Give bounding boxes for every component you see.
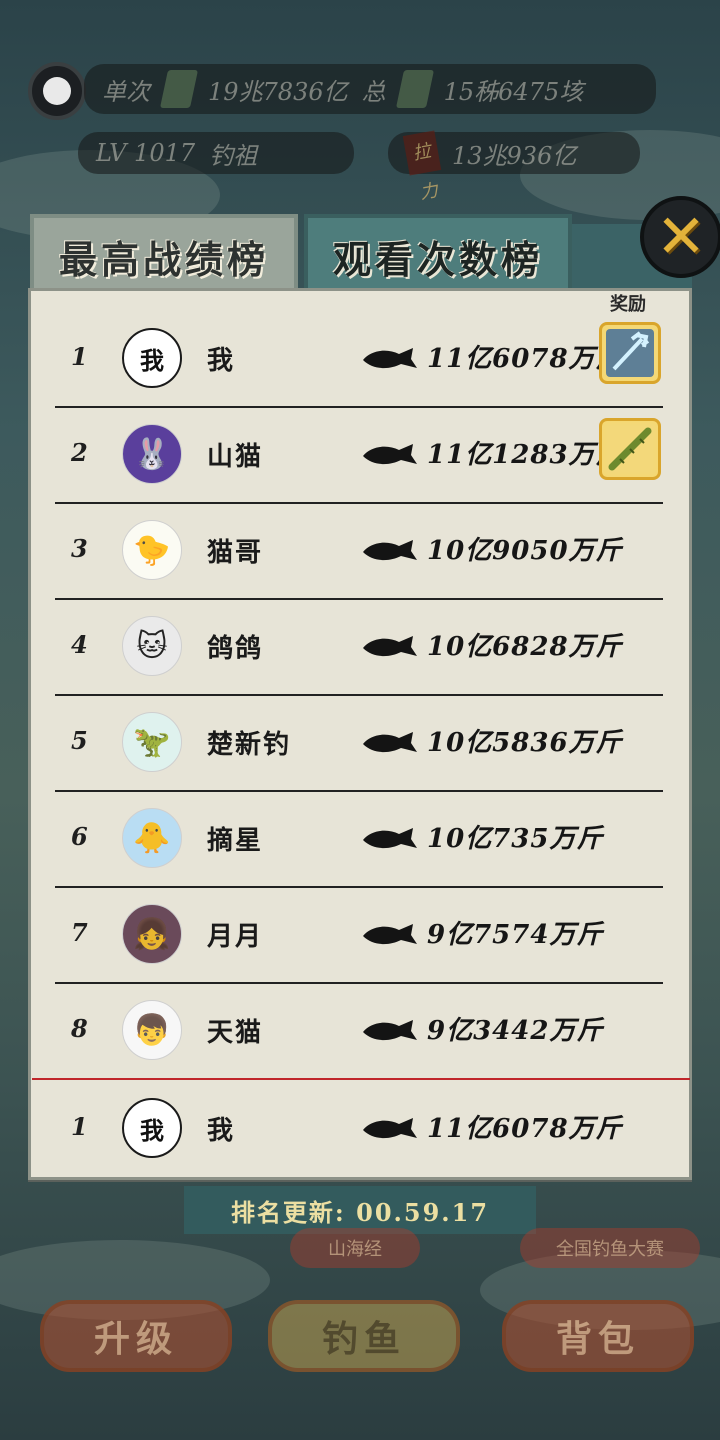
avatar: 🐥 (122, 808, 182, 868)
upgrade-label: 升级 (93, 1318, 178, 1360)
catch-stats: 单次 19兆7836亿 总 15秭6475垓 (84, 64, 656, 114)
money-icon (159, 70, 199, 108)
rank-number: 2 (71, 438, 88, 467)
player-name: 我 (207, 346, 236, 376)
reward-item[interactable] (599, 322, 661, 384)
my-avatar: 我 (122, 1098, 182, 1158)
rank-number: 7 (71, 918, 88, 947)
fish-label: 钓鱼 (321, 1318, 406, 1360)
catch-weight: 11亿6078万斤 (427, 344, 623, 374)
national-contest-button[interactable]: 全国钓鱼大赛 (520, 1228, 700, 1268)
fish-icon (363, 348, 417, 369)
reward-item[interactable] (599, 418, 661, 480)
my-rank-number: 1 (71, 1112, 88, 1141)
catch-weight: 10亿9050万斤 (427, 536, 623, 566)
rank-number: 1 (71, 342, 88, 371)
bag-button[interactable]: 背包 (502, 1300, 694, 1372)
my-name: 我 (207, 1116, 236, 1146)
avatar: 🐤 (122, 520, 182, 580)
catch-weight: 11亿1283万斤 (427, 440, 623, 470)
avatar-image-icon: 🦖 (133, 724, 171, 760)
total-label: 总 (361, 77, 386, 106)
leaderboard-row[interactable]: 3 🐤 猫哥 10亿9050万斤 (55, 504, 663, 600)
player-avatar[interactable] (28, 62, 86, 120)
avatar-image-icon: 🐥 (133, 820, 171, 856)
fish-button[interactable]: 钓鱼 (268, 1300, 460, 1372)
single-label: 单次 (102, 77, 150, 106)
total-value: 15秭6475垓 (443, 77, 584, 106)
leaderboard-row[interactable]: 7 👧 月月 9亿7574万斤 (55, 888, 663, 984)
trident-icon (606, 329, 654, 377)
avatar-image-icon: 👦 (133, 1012, 171, 1048)
rank-number: 3 (71, 534, 88, 563)
fish-icon (363, 636, 417, 657)
my-rank-row[interactable]: 1 我 我 11亿6078万斤 (55, 1082, 663, 1178)
player-name: 楚新钓 (207, 730, 292, 760)
rank-number: 5 (71, 726, 88, 755)
shanhaijing-button[interactable]: 山海经 (290, 1228, 420, 1268)
player-name: 摘星 (207, 826, 264, 856)
shanhaijing-label: 山海经 (328, 1239, 382, 1260)
player-name: 猫哥 (207, 538, 264, 568)
catch-weight: 10亿735万斤 (427, 824, 604, 854)
leaderboard-row[interactable]: 8 👦 天猫 9亿3442万斤 (55, 984, 663, 1080)
leaderboard-row[interactable]: 4 🐱 鸽鸽 10亿6828万斤 (55, 600, 663, 696)
fish-icon (363, 540, 417, 561)
money-icon (395, 70, 434, 108)
player-stats-bar: 单次 19兆7836亿 总 15秭6475垓 LV 1017 钓祖 拉力 13兆… (20, 62, 660, 204)
avatar: 🦖 (122, 712, 182, 772)
avatar-image-icon: 🐤 (133, 532, 171, 568)
tab-view-count[interactable]: 观看次数榜 (304, 214, 572, 298)
level-value: LV 1017 (96, 139, 196, 167)
upgrade-button[interactable]: 升级 (40, 1300, 232, 1372)
leaderboard-row[interactable]: 5 🦖 楚新钓 10亿5836万斤 (55, 696, 663, 792)
rank-number: 6 (71, 822, 88, 851)
fish-icon (363, 1118, 417, 1139)
avatar-image-icon: 🐱 (136, 628, 168, 664)
player-name: 鸽鸽 (207, 634, 264, 664)
update-text: 排名更新: 00.59.17 (230, 1197, 490, 1227)
leaderboard-row[interactable]: 2 🐰 山猫 11亿1283万斤 (55, 408, 663, 504)
fish-icon (363, 828, 417, 849)
leaderboard-row[interactable]: 1 我我 11亿6078万斤 (55, 312, 663, 408)
my-rank-divider (32, 1078, 690, 1080)
tab-views-label: 观看次数榜 (332, 236, 543, 282)
catch-weight: 10亿5836万斤 (427, 728, 623, 758)
fish-icon (363, 924, 417, 945)
catch-weight: 9亿7574万斤 (427, 920, 604, 950)
bag-label: 背包 (555, 1318, 640, 1360)
avatar-image-icon: 👧 (133, 916, 171, 952)
leaderboard-row[interactable]: 6 🐥 摘星 10亿735万斤 (55, 792, 663, 888)
tab-best-record[interactable]: 最高战绩榜 (30, 214, 298, 298)
rank-number: 4 (71, 630, 88, 659)
tab-best-label: 最高战绩榜 (58, 236, 269, 282)
avatar: 我 (122, 328, 182, 388)
player-name: 天猫 (207, 1018, 264, 1048)
close-button[interactable]: ✕ (640, 196, 720, 278)
pull-value: 13兆936亿 (452, 141, 577, 170)
pull-badge: 拉力 (402, 130, 442, 204)
avatar: 🐱 (122, 616, 182, 676)
bamboo-rod-icon (608, 427, 652, 471)
ranking-update-timer: 排名更新: 00.59.17 (184, 1186, 536, 1234)
fish-icon (363, 732, 417, 753)
catch-weight: 9亿3442万斤 (427, 1016, 604, 1046)
avatar-image-icon: 🐰 (133, 436, 171, 472)
single-value: 19兆7836亿 (208, 77, 348, 106)
player-name: 山猫 (207, 442, 264, 472)
avatar: 👧 (122, 904, 182, 964)
avatar: 👦 (122, 1000, 182, 1060)
level-title: 钓祖 (209, 141, 258, 170)
close-icon: ✕ (655, 202, 707, 272)
avatar: 🐰 (122, 424, 182, 484)
fish-icon (363, 444, 417, 465)
national-contest-label: 全国钓鱼大赛 (556, 1239, 664, 1260)
fish-icon (363, 1020, 417, 1041)
my-weight: 11亿6078万斤 (427, 1114, 623, 1144)
rank-number: 8 (71, 1014, 88, 1043)
level-strip: LV 1017 钓祖 (78, 132, 354, 174)
catch-weight: 10亿6828万斤 (427, 632, 623, 662)
player-name: 月月 (207, 922, 264, 952)
pull-strip: 拉力 13兆936亿 (388, 130, 640, 204)
